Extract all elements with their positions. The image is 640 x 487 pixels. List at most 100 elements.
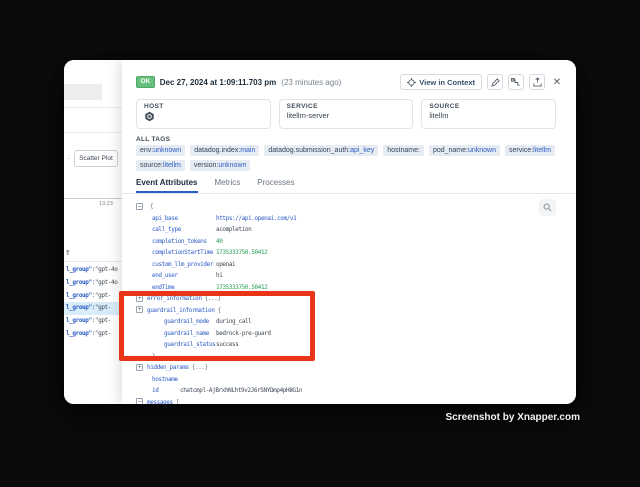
tag-key: env: <box>140 147 153 154</box>
log-row-key: l_group" <box>66 317 92 324</box>
attribute-value: acompletion <box>216 226 251 233</box>
log-list-row[interactable]: l_group":"gpt- <box>64 315 122 328</box>
attribute-key: api_base <box>152 213 216 225</box>
tag-key: pod_name: <box>433 147 468 154</box>
tag-key: service: <box>509 147 533 154</box>
log-list-row[interactable]: l_group":"gpt- <box>64 328 122 341</box>
tab-processes[interactable]: Processes <box>257 174 294 193</box>
attribute-row: guardrail_namebedrock-pre-guard <box>122 328 576 340</box>
trace-connect-icon <box>511 78 521 87</box>
tag-pill[interactable]: version:unknown <box>190 160 251 171</box>
axis-tick-label: 13:23 <box>99 201 113 207</box>
expand-icon[interactable]: + <box>136 364 143 371</box>
tag-pill[interactable]: source:litellm <box>136 160 185 171</box>
event-detail-card: : Scatter Plot 13:23 T l_group":"gpt-4ol… <box>64 60 576 404</box>
collapse-icon[interactable]: − <box>136 398 143 404</box>
attribute-row: −{ <box>122 201 576 213</box>
log-row-key: l_group" <box>66 279 92 286</box>
attribute-punct: [ <box>176 399 179 405</box>
attribute-value: chatcmpl-AjBrxhNLht9v2J6rSNYDmp4pH8G1n <box>180 387 302 394</box>
view-in-context-button[interactable]: View in Context <box>400 74 482 90</box>
attribute-punct: {...} <box>192 364 208 371</box>
view-in-context-label: View in Context <box>419 78 475 87</box>
close-icon[interactable]: ✕ <box>550 74 564 90</box>
tag-key: datadog.submission_auth: <box>268 147 350 154</box>
tag-pill[interactable]: pod_name:unknown <box>429 145 500 156</box>
tab-metrics[interactable]: Metrics <box>215 174 241 193</box>
cutoff-text: : <box>68 154 70 161</box>
attribute-key: hostname <box>152 374 216 386</box>
tag-pill[interactable]: hostname: <box>383 145 424 156</box>
collapse-icon[interactable]: − <box>136 203 143 210</box>
log-row-value: :"gpt-4o <box>92 279 118 286</box>
attribute-row: guardrail_statussuccess <box>122 339 576 351</box>
log-list-row[interactable]: l_group":"gpt-4o <box>64 264 122 277</box>
attribute-key: messages <box>147 399 173 405</box>
expand-icon[interactable]: + <box>136 295 143 302</box>
attribute-value: bedrock-pre-guard <box>216 330 271 337</box>
edit-button[interactable] <box>487 74 503 90</box>
attribute-row: idchatcmpl-AjBrxhNLht9v2J6rSNYDmp4pH8G1n <box>122 385 576 397</box>
scope-icon <box>407 78 416 87</box>
scatter-plot-button[interactable]: Scatter Plot <box>74 150 118 167</box>
log-list-row[interactable]: l_group":"gpt-4o <box>64 277 122 290</box>
attribute-key: id <box>152 385 180 397</box>
divider <box>64 261 122 262</box>
divider <box>64 107 122 108</box>
tag-pill[interactable]: service:litellm <box>505 145 555 156</box>
log-list-row[interactable]: l_group":"gpt- <box>64 302 122 315</box>
tag-pill[interactable]: env:unknown <box>136 145 185 156</box>
attribute-punct: } <box>152 353 155 360</box>
tag-value: unknown <box>468 147 496 154</box>
attribute-key: completionStartTime <box>152 247 216 259</box>
tag-value: unknown <box>153 147 181 154</box>
attribute-row: completion_tokens40 <box>122 236 576 248</box>
tag-pill[interactable]: datadog.submission_auth:api_key <box>264 145 378 156</box>
attribute-row: endTime1735333750.50412 <box>122 282 576 294</box>
event-timestamp: Dec 27, 2024 at 1:09:11.703 pm <box>160 78 277 87</box>
log-list-row[interactable]: l_group":"gpt- <box>64 290 122 303</box>
table-header: T <box>66 251 70 257</box>
attribute-row: +guardrail_information{ <box>122 305 576 317</box>
log-row-key: l_group" <box>66 304 92 311</box>
export-icon <box>533 77 542 87</box>
attribute-punct: { <box>150 203 153 210</box>
attribute-key: endTime <box>152 282 216 294</box>
attribute-row: custom_llm_provideropenai <box>122 259 576 271</box>
attribute-row: api_basehttps://api.openai.com/v1 <box>122 213 576 225</box>
log-row-list: l_group":"gpt-4ol_group":"gpt-4ol_group"… <box>64 264 122 341</box>
log-row-value: :"gpt- <box>92 304 111 311</box>
attribute-row: } <box>122 351 576 363</box>
status-badge: OK <box>136 76 155 88</box>
tag-value: api_key <box>350 147 374 154</box>
attribute-key: guardrail_information <box>147 307 214 314</box>
log-row-value: :"gpt-4o <box>92 266 118 273</box>
attribute-row: hostname <box>122 374 576 386</box>
attribute-row: +hidden_params{...} <box>122 362 576 374</box>
attribute-key: guardrail_status <box>164 339 216 351</box>
host-label: HOST <box>144 103 263 110</box>
tag-list: env:unknowndatadog.index:maindatadog.sub… <box>136 145 562 171</box>
source-box[interactable]: SOURCE litellm <box>421 99 556 129</box>
chart-axis-line <box>64 198 122 199</box>
source-value: litellm <box>429 111 548 120</box>
related-traces-button[interactable] <box>508 74 524 90</box>
tag-pill[interactable]: datadog.index:main <box>190 145 259 156</box>
attribute-value: 1735333750.50412 <box>216 284 267 291</box>
attribute-value: hi <box>216 272 222 279</box>
tab-bar: Event Attributes Metrics Processes <box>122 174 576 194</box>
expand-icon[interactable]: + <box>136 306 143 313</box>
attribute-key: guardrail_name <box>164 328 216 340</box>
service-label: SERVICE <box>287 103 406 110</box>
tag-value: litellm <box>533 147 551 154</box>
tag-key: version: <box>194 162 219 169</box>
export-button[interactable] <box>529 74 545 90</box>
service-box[interactable]: SERVICE litellm-server <box>279 99 414 129</box>
all-tags-label: ALL TAGS <box>136 136 170 143</box>
attribute-value: 40 <box>216 238 222 245</box>
host-box[interactable]: HOST <box>136 99 271 129</box>
tab-event-attributes[interactable]: Event Attributes <box>136 174 198 193</box>
attribute-value: during_call <box>216 318 251 325</box>
attribute-value: success <box>216 341 239 348</box>
divider <box>64 132 122 133</box>
